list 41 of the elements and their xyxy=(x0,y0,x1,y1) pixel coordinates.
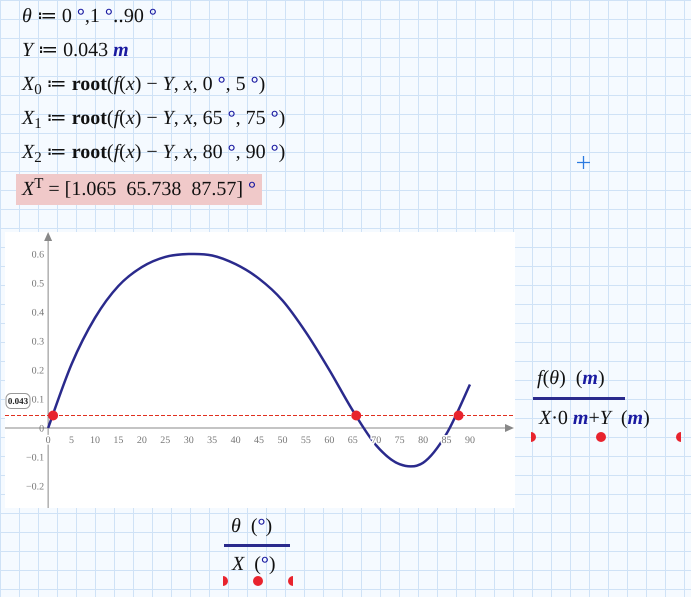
y-tick-label: 0.3 xyxy=(32,336,44,348)
x-tick-label: 75 xyxy=(394,434,405,446)
x-tick-label: 90 xyxy=(464,434,475,446)
y-tick-label: −0.1 xyxy=(26,452,44,464)
x-tick-label: 35 xyxy=(207,434,218,446)
math-expression: X$_{0}$ ≔ root(f(x) − Y, x, 0 °, 5 °) xyxy=(22,72,266,97)
x-tick-label: 50 xyxy=(277,434,288,446)
math-expression: X$_{2}$ ≔ root(f(x) − Y, x, 80 °, 90 °) xyxy=(22,140,286,165)
math-expression: Y ≔ 0.043 m xyxy=(22,38,129,63)
x-tick-label: 65 xyxy=(348,434,358,446)
x-tick-label: 40 xyxy=(230,434,241,446)
x-tick-label: 5 xyxy=(69,434,74,446)
x-tick-label: 30 xyxy=(184,434,194,446)
y-axis-label: X·0 m+Y (m) xyxy=(539,406,650,431)
root-point xyxy=(48,410,58,421)
crosshair-icon xyxy=(577,156,590,169)
x-tick-label: 25 xyxy=(160,434,170,446)
x-tick-label: 55 xyxy=(300,434,311,446)
result-expression: X$^{T}$ = [1.065 65.738 87.57] ° xyxy=(16,174,262,205)
value-marker: 0.043 xyxy=(6,393,30,410)
y-tick-label: 0.6 xyxy=(32,250,44,261)
x-tick-label: 60 xyxy=(324,434,334,446)
x-tick-label: 15 xyxy=(113,434,124,446)
y-tick-label: 0.1 xyxy=(32,394,44,406)
y-tick-label: 0.5 xyxy=(32,278,44,290)
math-expression: X$_{1}$ ≔ root(f(x) − Y, x, 65 °, 75 °) xyxy=(22,106,286,131)
annotation: 0.043 xyxy=(8,396,29,406)
x-axis-label: θ (°) xyxy=(231,514,272,539)
root-point xyxy=(351,410,362,421)
x-tick-label: 20 xyxy=(136,434,147,446)
y-axis-label: f(θ) (m) xyxy=(537,366,605,391)
y-tick-label: −0.2 xyxy=(26,481,44,492)
math-expression: θ ≔ 0 °,1 °‥90 ° xyxy=(22,4,157,29)
y-tick-label: 0.2 xyxy=(32,366,44,376)
placeholder-dots xyxy=(223,575,293,587)
root-point xyxy=(454,410,464,421)
x-tick-label: 45 xyxy=(254,434,264,446)
x-axis-label: X (°) xyxy=(232,552,276,577)
x-tick-label: 80 xyxy=(418,434,428,446)
x-tick-label: 10 xyxy=(90,434,100,446)
y-tick-label: 0.4 xyxy=(32,308,44,319)
